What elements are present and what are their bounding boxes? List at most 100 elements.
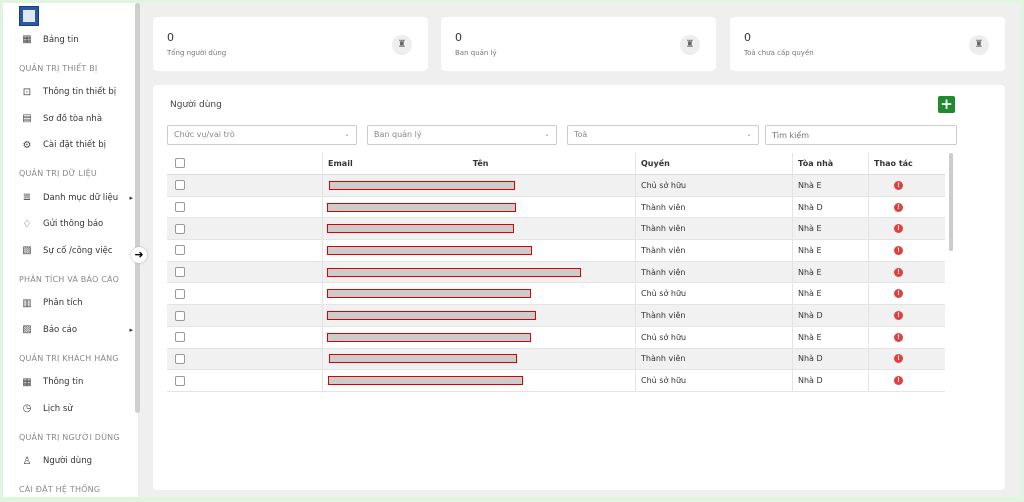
row-checkbox[interactable] bbox=[175, 288, 185, 299]
building-icon: ♜ bbox=[392, 35, 412, 55]
sidebar-item[interactable]: ▨ Báo cáo ▸ bbox=[21, 324, 133, 335]
delete-icon[interactable]: ! bbox=[894, 202, 903, 212]
delete-icon[interactable]: ! bbox=[894, 180, 903, 190]
actions-cell: ! bbox=[868, 326, 903, 348]
sidebar-item-label: Bảng tin bbox=[43, 34, 79, 45]
building-cell: Nhà E bbox=[792, 175, 822, 196]
sidebar-scrollbar[interactable] bbox=[135, 3, 140, 413]
delete-icon[interactable]: ! bbox=[894, 289, 903, 299]
sidebar-item[interactable]: ▦ Bảng tin bbox=[21, 34, 133, 45]
device-info-icon: ⊡ bbox=[22, 86, 32, 98]
add-user-button[interactable]: + bbox=[938, 96, 955, 113]
table-row[interactable]: Thành viên Nhà D ! bbox=[167, 196, 945, 219]
row-checkbox[interactable] bbox=[175, 180, 185, 191]
row-checkbox[interactable] bbox=[175, 267, 185, 278]
app-logo[interactable] bbox=[19, 6, 39, 26]
role-cell: Thành viên bbox=[635, 240, 686, 261]
sidebar-item-label: Thông tin thiết bị bbox=[43, 87, 117, 97]
table-row[interactable]: Chủ sở hữu Nhà D ! bbox=[167, 370, 945, 392]
delete-icon[interactable]: ! bbox=[894, 267, 903, 277]
table-row[interactable]: Thành viên Nhà D ! bbox=[167, 305, 945, 327]
delete-icon[interactable]: ! bbox=[894, 354, 903, 364]
redaction-box bbox=[327, 202, 516, 212]
role-cell: Thành viên bbox=[635, 305, 686, 326]
actions-cell: ! bbox=[868, 196, 903, 218]
stat-value: 0 bbox=[744, 31, 751, 44]
row-checkbox[interactable] bbox=[175, 223, 185, 234]
sidebar-item[interactable]: ⚙ Cài đặt thiết bị bbox=[21, 140, 133, 151]
table-row[interactable]: Chủ sở hữu Nhà E ! bbox=[167, 283, 945, 306]
sidebar-item[interactable]: ▥ Phân tích bbox=[21, 298, 133, 309]
redaction-box bbox=[327, 289, 531, 299]
sidebar-item[interactable]: ◷ Lịch sử bbox=[21, 403, 133, 414]
table-row[interactable]: Thành viên Nhà E ! bbox=[167, 218, 945, 241]
sidebar-item-label: Cài đặt thiết bị bbox=[43, 140, 106, 150]
stat-value: 0 bbox=[455, 31, 462, 44]
table-row[interactable]: Chủ sở hữu Nhà E ! bbox=[167, 175, 945, 197]
sidebar-item-label: Sự cố /công việc bbox=[43, 245, 113, 256]
table-row[interactable]: Thành viên Nhà E ! bbox=[167, 261, 945, 284]
header-checkbox-cell bbox=[167, 153, 185, 174]
collapse-sidebar-arrow-icon[interactable]: ➜ bbox=[131, 247, 147, 263]
sidebar-item[interactable]: ♢ Gửi thông báo bbox=[21, 219, 133, 230]
column-name[interactable]: Tên bbox=[473, 159, 489, 168]
row-checkbox-cell bbox=[167, 284, 185, 305]
row-checkbox[interactable] bbox=[175, 202, 185, 213]
stat-card: 0 Ban quản lý ♜ bbox=[441, 17, 716, 71]
table-row[interactable]: Thành viên Nhà E ! bbox=[167, 240, 945, 262]
redaction-box bbox=[329, 354, 517, 364]
redacted-email-name bbox=[322, 326, 531, 348]
role-cell: Chủ sở hữu bbox=[635, 175, 686, 196]
delete-icon[interactable]: ! bbox=[894, 311, 903, 321]
settings-icon: ⚙ bbox=[22, 139, 32, 151]
info-icon: ▦ bbox=[22, 376, 32, 388]
building-map-icon: ▤ bbox=[22, 113, 32, 124]
row-checkbox[interactable] bbox=[175, 332, 185, 343]
table-row[interactable]: Chủ sở hữu Nhà E ! bbox=[167, 326, 945, 349]
delete-icon[interactable]: ! bbox=[894, 332, 903, 342]
row-checkbox[interactable] bbox=[175, 245, 185, 256]
building-filter-select[interactable]: Toà ⌄ bbox=[567, 125, 759, 145]
report-icon: ▨ bbox=[22, 324, 32, 335]
column-building[interactable]: Tòa nhà bbox=[792, 153, 833, 174]
delete-icon[interactable]: ! bbox=[894, 245, 903, 255]
stat-value: 0 bbox=[167, 31, 174, 44]
actions-cell: ! bbox=[868, 240, 903, 261]
delete-icon[interactable]: ! bbox=[894, 376, 903, 386]
users-table: Email Tên Quyền Tòa nhà Thao tác Chủ sở h… bbox=[167, 153, 950, 396]
sidebar-item[interactable]: ▧ Sự cố /công việc bbox=[21, 245, 133, 256]
stat-label: Tổng người dùng bbox=[167, 49, 227, 57]
chevron-down-icon: ⌄ bbox=[544, 130, 550, 138]
management-filter-value: Ban quản lý bbox=[374, 130, 422, 139]
role-filter-value: Chức vụ/vai trò bbox=[174, 130, 235, 139]
sidebar: ▦ Bảng tin QUẢN TRỊ THIẾT BỊ ⊡ Thông tin thi… bbox=[3, 3, 140, 497]
redacted-email-name bbox=[322, 305, 536, 326]
sidebar-item-label: Lịch sử bbox=[43, 403, 73, 414]
stat-label: Ban quản lý bbox=[455, 49, 497, 57]
select-all-checkbox[interactable] bbox=[175, 158, 185, 169]
sidebar-item[interactable]: ▦ Thông tin bbox=[21, 377, 133, 388]
sidebar-item-label: Gửi thông báo bbox=[43, 219, 104, 229]
sidebar-item[interactable]: ▤ Sơ đồ tòa nhà bbox=[21, 113, 133, 124]
analytics-icon: ▥ bbox=[22, 297, 32, 309]
actions-cell: ! bbox=[868, 348, 903, 370]
column-email[interactable]: Email bbox=[328, 159, 353, 168]
table-scrollbar[interactable] bbox=[949, 153, 953, 251]
chevron-right-icon: ▸ bbox=[129, 325, 133, 334]
delete-icon[interactable]: ! bbox=[894, 224, 903, 234]
role-cell: Thành viên bbox=[635, 218, 686, 240]
sidebar-item[interactable]: ⊡ Thông tin thiết bị bbox=[21, 87, 133, 98]
building-cell: Nhà D bbox=[792, 348, 823, 370]
management-filter-select[interactable]: Ban quản lý ⌄ bbox=[367, 125, 557, 145]
row-checkbox[interactable] bbox=[175, 353, 185, 364]
sidebar-item[interactable]: ≣ Danh mục dữ liệu ▸ bbox=[21, 192, 133, 203]
row-checkbox[interactable] bbox=[175, 375, 185, 386]
role-filter-select[interactable]: Chức vụ/vai trò ⌄ bbox=[167, 125, 357, 145]
row-checkbox[interactable] bbox=[175, 310, 185, 321]
redaction-box bbox=[327, 332, 531, 342]
table-row[interactable]: Thành viên Nhà D ! bbox=[167, 348, 945, 371]
search-input[interactable] bbox=[765, 125, 957, 145]
sidebar-item[interactable]: ♙ Người dùng bbox=[21, 456, 133, 467]
column-role[interactable]: Quyền bbox=[635, 153, 670, 174]
task-icon: ▧ bbox=[22, 245, 32, 256]
